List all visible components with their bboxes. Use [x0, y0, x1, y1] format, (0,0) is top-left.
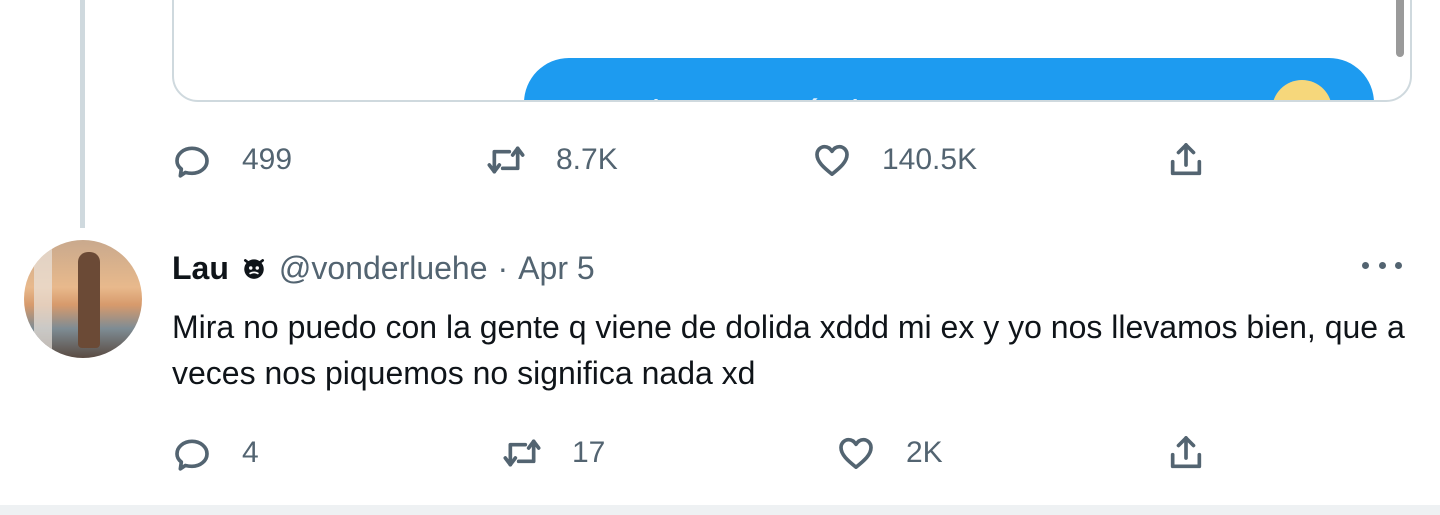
share-icon [1170, 436, 1202, 469]
share-button[interactable] [1166, 425, 1206, 481]
retweet-icon [503, 439, 541, 467]
timeline-divider [0, 505, 1440, 515]
heart-icon [815, 144, 849, 177]
reply-count: 499 [242, 143, 293, 176]
header-separator: · [497, 249, 509, 286]
tweet-header: Lau @vonderluehe · Apr 5 [172, 246, 595, 290]
bubble-text: Pue le que sé ti [566, 92, 862, 100]
retweet-count: 8.7K [556, 143, 618, 176]
avatar-window-frame [34, 240, 52, 358]
speech-bubble-icon [175, 439, 209, 471]
like-button[interactable]: 140.5K [812, 132, 977, 188]
more-icon-dot [1378, 261, 1386, 269]
avatar[interactable] [24, 240, 142, 358]
reply-tweet-actions: 4 17 2K [172, 425, 1232, 481]
like-count: 140.5K [882, 143, 978, 176]
like-button[interactable]: 2K [836, 425, 943, 481]
tweet-date[interactable]: Apr 5 [518, 250, 594, 287]
retweet-button[interactable]: 17 [502, 425, 605, 481]
quoted-tweet-actions: 499 8.7K 140.5K [172, 132, 1232, 188]
pouting-face-emoji-icon [243, 259, 264, 279]
chat-bubble-image: Pue le que sé ti [524, 58, 1374, 100]
display-name[interactable]: Lau [172, 250, 229, 287]
heart-icon [839, 437, 873, 469]
reply-button[interactable]: 499 [172, 132, 292, 188]
reply-count: 4 [242, 436, 259, 469]
retweet-button[interactable]: 8.7K [486, 132, 618, 188]
reply-button[interactable]: 4 [172, 425, 259, 481]
more-options-button[interactable] [1362, 250, 1402, 280]
tweet-text: Mira no puedo con la gente q viene de do… [172, 309, 1405, 391]
share-icon [1170, 143, 1202, 176]
thread-connector-line [80, 0, 85, 228]
more-icon-dot [1395, 261, 1402, 269]
emoji-icon [1272, 80, 1332, 100]
share-button[interactable] [1166, 132, 1206, 188]
user-handle[interactable]: @vonderluehe [279, 250, 488, 287]
more-icon [1362, 261, 1369, 269]
media-scrollbar[interactable] [1396, 0, 1404, 57]
speech-bubble-icon [175, 146, 209, 178]
retweet-count: 17 [572, 436, 606, 469]
avatar-figure [78, 252, 100, 348]
retweet-icon [487, 146, 525, 174]
like-count: 2K [906, 436, 943, 469]
quoted-tweet-media-card[interactable]: Pue le que sé ti [172, 0, 1412, 102]
